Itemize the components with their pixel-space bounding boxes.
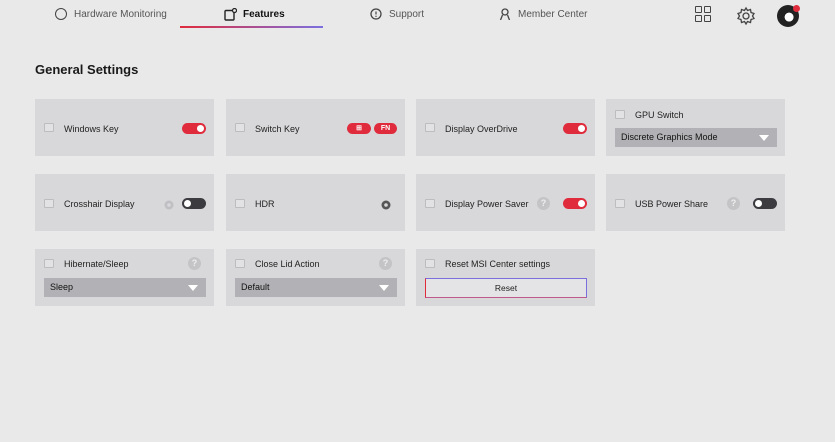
tab-label: Features <box>243 8 285 20</box>
tab-support[interactable]: Support <box>370 0 424 28</box>
card-display-power-saver: Display Power Saver ? <box>416 174 595 231</box>
hdr-icon <box>235 199 245 208</box>
card-display-overdrive: Display OverDrive <box>416 99 595 156</box>
page-title: General Settings <box>35 62 139 77</box>
card-switch-key: Switch Key ⊞ FN <box>226 99 405 156</box>
tab-label: Support <box>389 8 425 20</box>
chevron-down-icon <box>759 135 769 141</box>
help-icon[interactable]: ? <box>537 197 550 210</box>
tab-label: Member Center <box>518 8 588 20</box>
close-lid-select[interactable]: Default <box>235 278 397 297</box>
card-reset-settings: Reset MSI Center settings Reset <box>416 249 595 306</box>
crosshair-toggle[interactable] <box>182 198 206 209</box>
card-label: HDR <box>255 199 275 209</box>
gauge-icon <box>55 8 67 20</box>
display-overdrive-icon <box>425 123 435 132</box>
features-icon <box>224 7 238 21</box>
tab-features[interactable]: Features <box>224 0 285 28</box>
card-label: Close Lid Action <box>255 259 320 269</box>
card-hibernate-sleep: Hibernate/Sleep ? Sleep <box>35 249 214 306</box>
chevron-down-icon <box>379 285 389 291</box>
usb-icon <box>615 199 625 208</box>
power-saver-toggle[interactable] <box>563 198 587 209</box>
chevron-down-icon <box>188 285 198 291</box>
top-nav: Hardware Monitoring Features Support Mem… <box>0 0 835 34</box>
tab-label: Hardware Monitoring <box>74 8 167 20</box>
card-close-lid-action: Close Lid Action ? Default <box>226 249 405 306</box>
card-label: Crosshair Display <box>64 199 135 209</box>
close-lid-icon <box>235 259 245 268</box>
windows-key-option[interactable]: ⊞ <box>347 123 371 134</box>
select-value: Discrete Graphics Mode <box>621 132 718 142</box>
gpu-mode-select[interactable]: Discrete Graphics Mode <box>615 128 777 147</box>
help-icon[interactable]: ? <box>727 197 740 210</box>
display-overdrive-toggle[interactable] <box>563 123 587 134</box>
gear-icon[interactable] <box>736 6 756 26</box>
card-label: Switch Key <box>255 124 300 134</box>
help-icon[interactable]: ? <box>188 257 201 270</box>
card-usb-power-share: USB Power Share ? <box>606 174 785 231</box>
power-saver-icon <box>425 199 435 208</box>
hibernate-icon <box>44 259 54 268</box>
card-label: Reset MSI Center settings <box>445 259 551 269</box>
card-label: Display Power Saver <box>445 199 529 209</box>
card-label: GPU Switch <box>635 110 684 120</box>
windows-key-icon <box>44 123 54 132</box>
crosshair-settings-icon[interactable] <box>163 198 175 210</box>
chat-icon <box>370 8 382 20</box>
card-crosshair-display: Crosshair Display <box>35 174 214 231</box>
tab-member-center[interactable]: Member Center <box>499 0 587 28</box>
switch-key-icon <box>235 123 245 132</box>
active-tab-indicator <box>180 26 323 28</box>
card-gpu-switch: GPU Switch Discrete Graphics Mode <box>606 99 785 156</box>
person-icon <box>499 8 511 21</box>
card-label: Display OverDrive <box>445 124 518 134</box>
gpu-switch-icon <box>615 110 625 119</box>
usb-power-share-toggle[interactable] <box>753 198 777 209</box>
card-label: USB Power Share <box>635 199 709 209</box>
hdr-settings-icon[interactable] <box>380 198 392 210</box>
reset-button[interactable]: Reset <box>425 278 587 298</box>
tab-hardware-monitoring[interactable]: Hardware Monitoring <box>55 0 167 28</box>
card-label: Hibernate/Sleep <box>64 259 129 269</box>
card-hdr: HDR <box>226 174 405 231</box>
fn-key-option[interactable]: FN <box>374 123 397 134</box>
windows-key-toggle[interactable] <box>182 123 206 134</box>
card-windows-key: Windows Key <box>35 99 214 156</box>
card-label: Windows Key <box>64 124 119 134</box>
avatar[interactable] <box>777 5 800 27</box>
grid-view-icon[interactable] <box>695 6 713 24</box>
crosshair-icon <box>44 199 54 208</box>
help-icon[interactable]: ? <box>379 257 392 270</box>
select-value: Sleep <box>50 282 74 292</box>
reset-icon <box>425 259 435 268</box>
select-value: Default <box>241 282 270 292</box>
hibernate-select[interactable]: Sleep <box>44 278 206 297</box>
